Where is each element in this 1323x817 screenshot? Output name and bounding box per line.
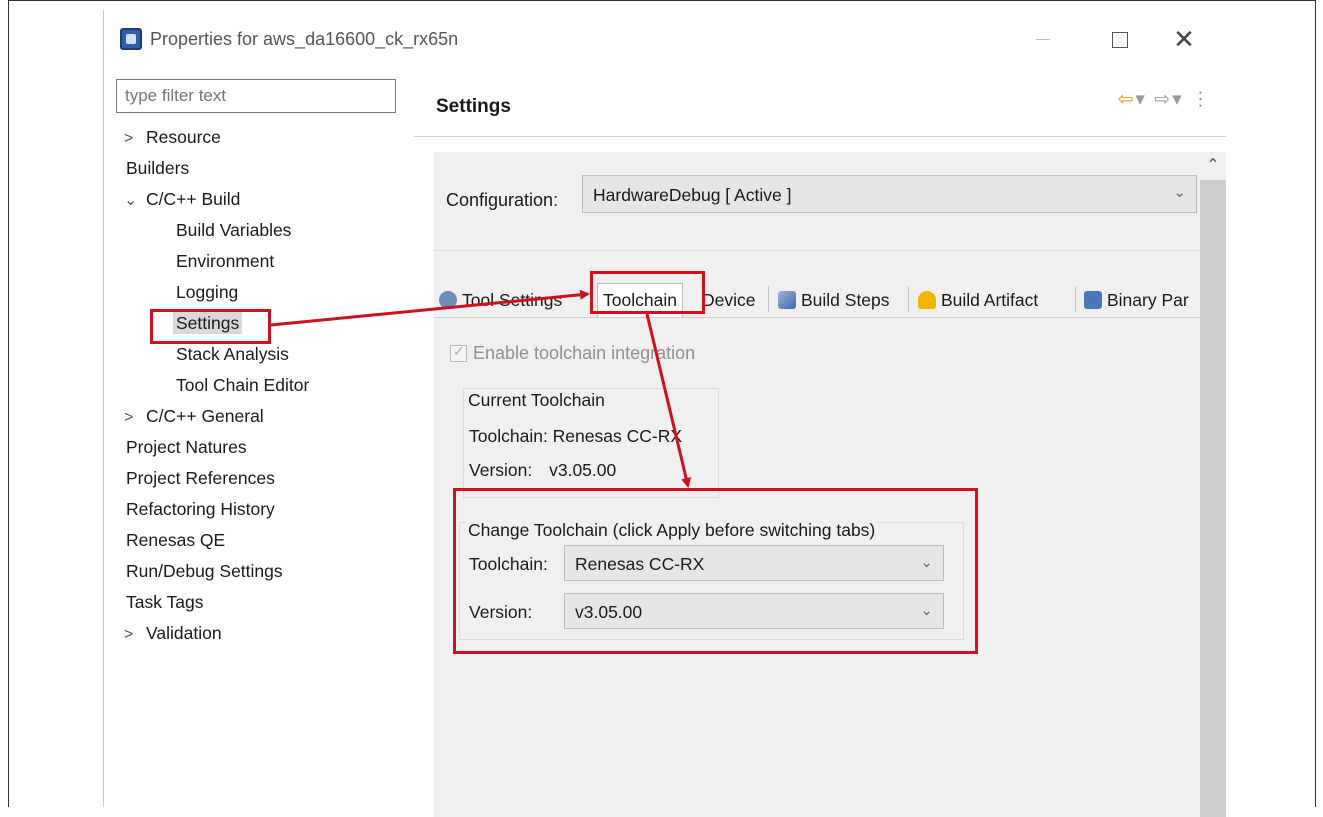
forward-menu-icon[interactable]: ▾ [1172,89,1184,110]
tree-item-refactoring-history[interactable]: Refactoring History [126,496,275,522]
tree-item-renesas-qe[interactable]: Renesas QE [126,527,225,553]
binary-file-icon [1084,291,1102,309]
change-toolchain-highlight-box [453,488,978,654]
properties-dialog: Properties for aws_da16600_ck_rx65n ✕ >R… [103,10,1226,817]
settings-highlight-box [150,309,271,344]
tree-item-builders[interactable]: Builders [126,155,189,181]
tab-build-artifact[interactable]: Build Artifact [918,286,1038,314]
minimize-button[interactable] [1024,24,1064,54]
page-title: Settings [436,96,511,117]
tab-separator [908,286,909,312]
configuration-value: HardwareDebug [ Active ] [593,185,792,205]
tree-item-project-natures[interactable]: Project Natures [126,434,247,460]
tree-item-project-references[interactable]: Project References [126,465,275,491]
filter-input[interactable] [116,79,396,113]
current-toolchain-value: Toolchain: Renesas CC-RX [469,426,683,446]
back-menu-icon[interactable]: ▾ [1135,89,1147,110]
tab-separator [768,286,769,312]
tree-item-resource[interactable]: > Resource [124,124,221,150]
current-toolchain-title: Current Toolchain [466,390,607,411]
window-title: Properties for aws_da16600_ck_rx65n [150,29,459,49]
vertical-scrollbar[interactable] [1200,180,1226,817]
tab-tool-settings[interactable]: Tool Settings [439,286,562,314]
tree-item-cpp-build[interactable]: ⌄ C/C++ Build [124,186,240,212]
tree-item-cpp-general[interactable]: > C/C++ General [124,403,264,429]
configuration-select[interactable]: HardwareDebug [ Active ] ⌄ [582,175,1197,213]
navigation-toolbar: ⇦▾ ⇨▾ ⋮ [1118,88,1213,111]
tree-item-tool-chain-editor[interactable]: Tool Chain Editor [176,372,309,398]
tool-settings-icon [439,291,457,309]
chevron-right-icon[interactable]: > [124,405,146,431]
current-version-value: v3.05.00 [549,460,617,480]
close-button[interactable]: ✕ [1164,24,1204,54]
tree-item-environment[interactable]: Environment [176,248,274,274]
settings-tabs: Tool Settings Toolchain Device Build Ste… [434,278,1200,318]
build-steps-icon [778,291,796,309]
tree-item-build-variables[interactable]: Build Variables [176,217,291,243]
view-menu-icon[interactable]: ⋮ [1191,89,1212,110]
tree-item-task-tags[interactable]: Task Tags [126,589,204,615]
tab-build-steps[interactable]: Build Steps [778,286,890,314]
chevron-right-icon[interactable]: > [124,622,146,648]
current-version-label: Version: [469,460,533,480]
tree-item-run-debug-settings[interactable]: Run/Debug Settings [126,558,283,584]
maximize-button[interactable] [1099,24,1139,54]
current-version-row: Version: v3.05.00 [469,460,616,481]
tab-binary-parsers[interactable]: Binary Par [1084,286,1189,314]
back-arrow-icon[interactable]: ⇦ [1118,89,1136,110]
checkbox-checked-icon[interactable] [450,343,467,362]
settings-header: Settings ⇦▾ ⇨▾ ⋮ [414,75,1226,137]
tree-item-validation[interactable]: > Validation [124,620,222,646]
scroll-up-icon[interactable]: ⌃ [1200,152,1226,180]
chevron-down-icon[interactable]: ⌄ [124,188,146,214]
tab-device[interactable]: Device [702,286,756,314]
tree-item-logging[interactable]: Logging [176,279,238,305]
config-divider [434,250,1200,270]
chevron-down-icon: ⌄ [1173,184,1186,201]
tab-separator [1075,286,1076,312]
forward-arrow-icon[interactable]: ⇨ [1154,89,1172,110]
chevron-right-icon[interactable]: > [124,126,146,152]
app-chip-icon [120,28,142,50]
configuration-label: Configuration: [446,190,559,210]
title-bar: Properties for aws_da16600_ck_rx65n ✕ [104,10,1225,68]
trophy-icon [918,291,936,309]
tree-item-stack-analysis[interactable]: Stack Analysis [176,341,289,367]
toolchain-tab-highlight-box [590,271,705,314]
enable-toolchain-checkbox[interactable]: Enable toolchain integration [450,343,695,364]
